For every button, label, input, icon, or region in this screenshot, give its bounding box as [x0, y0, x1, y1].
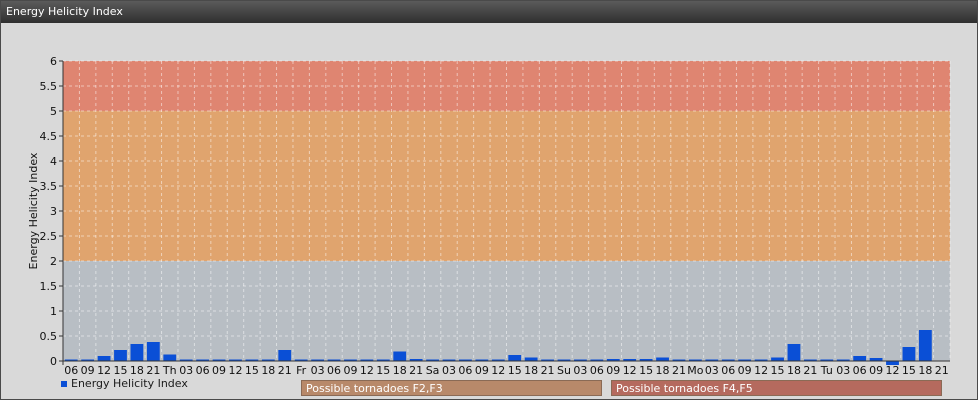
x-tick-label: 15 [113, 364, 127, 377]
bar [97, 356, 111, 361]
x-tick-label: 18 [787, 364, 801, 377]
x-tick-label: 03 [573, 364, 587, 377]
x-tick-label: 15 [902, 364, 916, 377]
bar [787, 344, 801, 361]
x-tick-label: 09 [738, 364, 752, 377]
bar [393, 351, 407, 361]
bar [918, 330, 932, 361]
band-label-f2-f3: Possible tornadoes F2,F3 [301, 380, 602, 396]
x-tick-label: 18 [393, 364, 407, 377]
bar [656, 357, 669, 361]
x-tick-label: 12 [623, 364, 637, 377]
x-tick-label: 09 [869, 364, 883, 377]
y-tick-label: 3.5 [40, 180, 58, 193]
x-tick-label: 18 [918, 364, 932, 377]
x-tick-label: 12 [97, 364, 111, 377]
band-label-f4-f5: Possible tornadoes F4,F5 [611, 380, 942, 396]
bar [130, 344, 144, 361]
y-tick-label: 2.5 [40, 230, 58, 243]
x-tick-label: 21 [409, 364, 423, 377]
chart-widget: Energy Helicity Index 0 0.5 1 1.5 2 2.5 3 3.5 4 4… [0, 0, 978, 400]
y-tick-label: 0 [50, 355, 57, 368]
x-tick-label: 03 [836, 364, 850, 377]
x-tick-label: 18 [656, 364, 670, 377]
x-tick-label: 09 [475, 364, 489, 377]
x-tick-label: Tu [820, 364, 833, 377]
x-tick-label: Sa [426, 364, 440, 377]
x-tick-label: 15 [376, 364, 390, 377]
x-tick-label: 12 [228, 364, 242, 377]
bar [853, 356, 867, 361]
x-tick-label: 21 [146, 364, 160, 377]
x-tick-label: 12 [360, 364, 374, 377]
x-tick-label: Th [162, 364, 177, 377]
bar [524, 357, 538, 361]
bar [508, 355, 522, 361]
y-axis-label: Energy Helicity Index [27, 152, 40, 269]
legend-label: Energy Helicity Index [71, 377, 188, 390]
y-tick-label: 1 [50, 305, 57, 318]
x-tick-label: 03 [705, 364, 719, 377]
y-tick-label: 2 [50, 255, 57, 268]
x-tick-label: 15 [508, 364, 522, 377]
x-tick-label: 21 [278, 364, 292, 377]
bar [114, 350, 127, 361]
x-tick-label: 09 [343, 364, 357, 377]
bar [146, 342, 160, 361]
y-tick-label: 5.5 [40, 80, 58, 93]
x-tick-label: Su [557, 364, 571, 377]
y-tick-label: 5 [50, 105, 57, 118]
bar [163, 354, 177, 361]
bar [902, 347, 916, 361]
x-tick-label: 06 [64, 364, 78, 377]
legend[interactable]: Energy Helicity Index [61, 377, 188, 390]
y-tick-label: 4 [50, 155, 57, 168]
y-tick-label: 0.5 [40, 330, 58, 343]
x-tick-label: Mo [687, 364, 703, 377]
x-tick-label: 21 [672, 364, 686, 377]
x-tick-label: 21 [803, 364, 817, 377]
x-tick-label: 09 [212, 364, 226, 377]
x-tick-label: 06 [853, 364, 867, 377]
x-tick-label: 12 [491, 364, 505, 377]
x-tick-label: 06 [327, 364, 341, 377]
x-tick-label: 18 [130, 364, 144, 377]
widget-title: Energy Helicity Index [1, 1, 977, 23]
x-tick-label: 06 [721, 364, 735, 377]
x-tick-label: 12 [754, 364, 768, 377]
x-tick-label: 03 [311, 364, 325, 377]
x-tick-label: 03 [442, 364, 456, 377]
x-tick-label: 03 [179, 364, 193, 377]
bar [771, 357, 784, 361]
x-tick-label: 15 [639, 364, 653, 377]
x-tick-label: 09 [81, 364, 95, 377]
y-tick-label: 4.5 [40, 130, 58, 143]
x-tick-label: 21 [935, 364, 949, 377]
x-tick-label: 18 [261, 364, 275, 377]
x-tick-label: 12 [886, 364, 900, 377]
y-tick-label: 3 [50, 205, 57, 218]
legend-swatch [61, 380, 67, 387]
x-tick-label: 15 [245, 364, 259, 377]
chart-svg: 00.511.522.533.544.555.5606 09 12 15 18 21 Th 0… [27, 55, 951, 377]
x-tick-label: 21 [541, 364, 555, 377]
x-tick-label: 15 [771, 364, 785, 377]
y-tick-label: 6 [50, 55, 57, 68]
x-tick-label: 18 [524, 364, 538, 377]
bar [278, 350, 292, 361]
x-tick-label: 06 [196, 364, 210, 377]
y-tick-label: 1.5 [40, 280, 58, 293]
x-tick-label: 09 [606, 364, 620, 377]
x-tick-label: 06 [458, 364, 472, 377]
x-tick-label: 06 [590, 364, 604, 377]
x-tick-label: Fr [296, 364, 307, 377]
